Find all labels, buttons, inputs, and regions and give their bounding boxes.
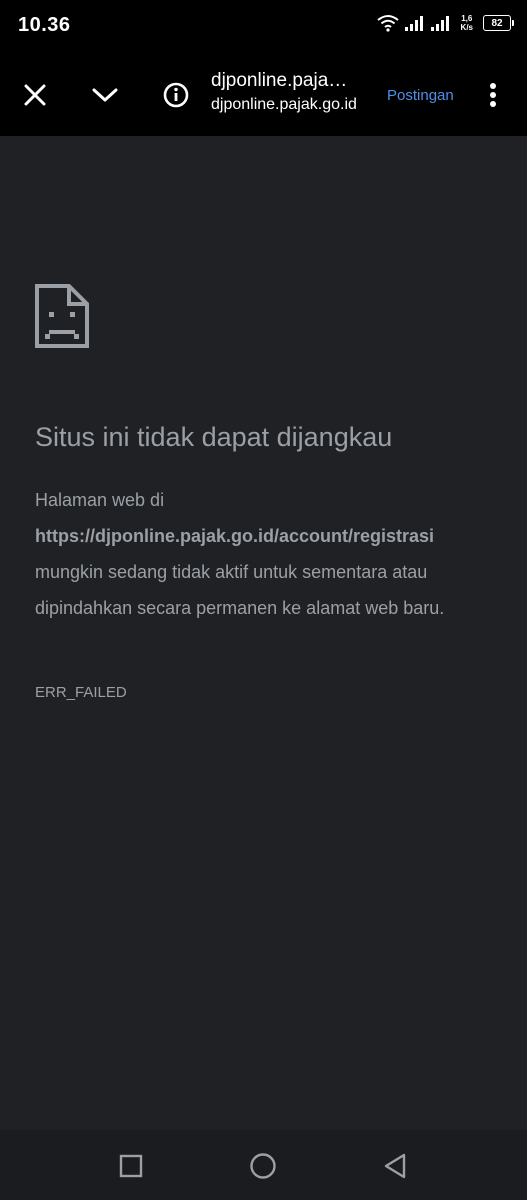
status-bar: 10.36 1,6 K/s 82 xyxy=(0,0,527,54)
overflow-menu-button[interactable] xyxy=(474,74,512,116)
minimize-button[interactable] xyxy=(84,74,126,116)
custom-tab-toolbar: djponline.paja… djponline.pajak.go.id Po… xyxy=(0,54,527,136)
back-button[interactable] xyxy=(377,1148,413,1184)
error-code[interactable]: ERR_FAILED xyxy=(35,684,127,701)
info-icon xyxy=(163,82,189,108)
screen: 10.36 1,6 K/s 82 djponline.paja… djponli… xyxy=(0,0,527,1200)
postingan-button[interactable]: Postingan xyxy=(387,87,454,104)
url-block[interactable]: djponline.paja… djponline.pajak.go.id xyxy=(211,70,377,114)
chevron-down-icon xyxy=(92,88,118,102)
navigation-bar xyxy=(0,1130,527,1200)
wifi-icon xyxy=(376,15,399,32)
status-time: 10.36 xyxy=(18,14,71,36)
triangle-back-icon xyxy=(384,1153,406,1179)
battery-icon: 82 xyxy=(483,15,514,31)
error-title: Situs ini tidak dapat dijangkau xyxy=(35,422,393,452)
battery-level: 82 xyxy=(491,17,503,29)
recents-button[interactable] xyxy=(113,1148,149,1184)
error-description: Halaman web di https://djponline.pajak.g… xyxy=(35,482,495,626)
page-title: djponline.paja… xyxy=(211,70,348,91)
status-icons: 1,6 K/s 82 xyxy=(376,14,514,32)
more-vert-icon xyxy=(490,83,496,107)
error-body-suffix: mungkin sedang tidak aktif untuk sementa… xyxy=(35,562,445,618)
circle-icon xyxy=(250,1153,276,1179)
error-page: Situs ini tidak dapat dijangkau Halaman … xyxy=(0,136,527,1130)
page-domain: djponline.pajak.go.id xyxy=(211,96,357,113)
signal-icon-2 xyxy=(430,16,449,31)
page-info-button[interactable] xyxy=(155,74,197,116)
close-button[interactable] xyxy=(14,74,56,116)
signal-icon xyxy=(404,16,423,31)
network-speed-unit: K/s xyxy=(460,23,473,32)
home-button[interactable] xyxy=(245,1148,281,1184)
network-speed-value: 1,6 xyxy=(461,14,473,23)
network-speed: 1,6 K/s xyxy=(461,14,473,32)
error-url: https://djponline.pajak.go.id/account/re… xyxy=(35,526,435,546)
close-icon xyxy=(24,84,46,106)
error-body-prefix: Halaman web di xyxy=(35,490,165,510)
square-icon xyxy=(119,1154,143,1178)
sad-document-icon xyxy=(35,284,89,348)
